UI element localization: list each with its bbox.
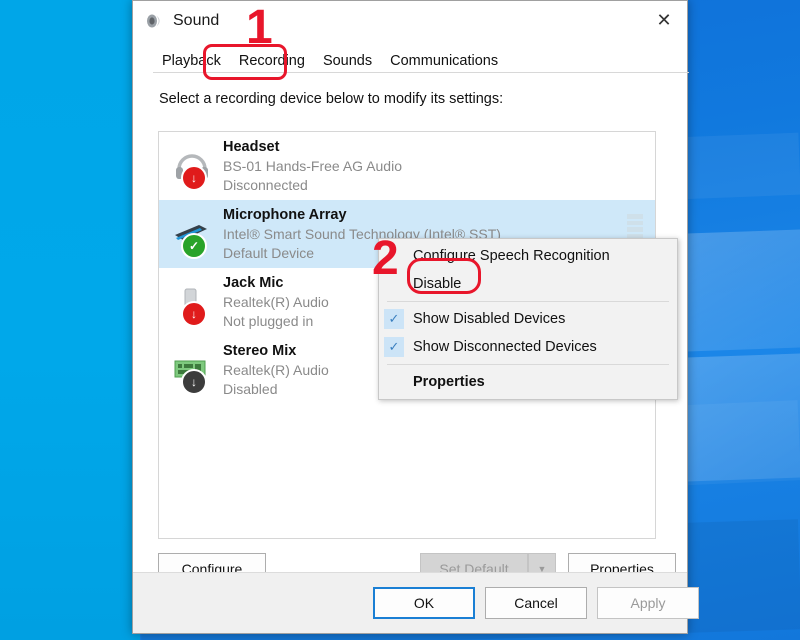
list-item[interactable]: ↓ Headset BS-01 Hands-Free AG Audio Disc… [159, 132, 655, 200]
check-icon: ✓ [384, 337, 404, 357]
annotation-highlight-recording-tab [203, 44, 287, 80]
page-title: Sound [173, 12, 220, 29]
microphone-array-icon: ✓ [169, 211, 215, 259]
desktop-background: Sound ✕ Playback Recording Sounds Commun… [0, 0, 800, 640]
meter-segment [627, 220, 643, 226]
check-badge: ✓ [181, 233, 207, 259]
menu-separator [387, 364, 669, 365]
device-description: Realtek(R) Audio [223, 362, 329, 379]
device-info: Jack Mic Realtek(R) Audio Not plugged in [223, 274, 329, 330]
ok-button[interactable]: OK [373, 587, 475, 619]
down-arrow-badge: ↓ [181, 165, 207, 191]
down-arrow-badge: ↓ [181, 369, 207, 395]
device-info: Headset BS-01 Hands-Free AG Audio Discon… [223, 138, 402, 194]
device-info: Stereo Mix Realtek(R) Audio Disabled [223, 342, 329, 398]
device-status: Disabled [223, 380, 278, 397]
menu-item-show-disabled-devices[interactable]: ✓ Show Disabled Devices [379, 305, 677, 333]
jack-plug-icon: ↓ [169, 279, 215, 327]
device-name: Stereo Mix [223, 342, 297, 359]
device-status: Disconnected [223, 176, 308, 193]
instruction-text: Select a recording device below to modif… [159, 91, 504, 107]
device-name: Headset [223, 138, 280, 155]
down-arrow-badge: ↓ [181, 301, 207, 327]
close-icon[interactable]: ✕ [641, 1, 687, 39]
tab-sounds[interactable]: Sounds [314, 50, 381, 73]
menu-item-label: Show Disabled Devices [413, 311, 566, 327]
meter-segment [627, 213, 643, 219]
meter-segment [627, 227, 643, 232]
device-status: Not plugged in [223, 312, 314, 329]
annotation-number-2: 2 [372, 232, 399, 285]
sound-card-icon: ↓ [169, 347, 215, 395]
menu-item-properties[interactable]: Properties [379, 368, 677, 396]
device-description: BS-01 Hands-Free AG Audio [223, 158, 402, 175]
title-bar: Sound ✕ [133, 1, 687, 41]
menu-item-label: Show Disconnected Devices [413, 339, 597, 355]
menu-item-show-disconnected-devices[interactable]: ✓ Show Disconnected Devices [379, 333, 677, 361]
dialog-footer: OK Cancel Apply [133, 572, 699, 633]
headset-icon: ↓ [169, 143, 215, 191]
annotation-number-1: 1 [246, 1, 273, 54]
device-description: Realtek(R) Audio [223, 294, 329, 311]
tab-communications[interactable]: Communications [381, 50, 507, 73]
speaker-icon [145, 12, 163, 30]
recording-tab-panel: Select a recording device below to modif… [133, 91, 687, 585]
cancel-button[interactable]: Cancel [485, 587, 587, 619]
device-name: Microphone Array [223, 206, 347, 223]
apply-button: Apply [597, 587, 699, 619]
check-icon: ✓ [384, 309, 404, 329]
device-name: Jack Mic [223, 274, 284, 291]
annotation-highlight-disable-item [407, 258, 481, 294]
menu-separator [387, 301, 669, 302]
